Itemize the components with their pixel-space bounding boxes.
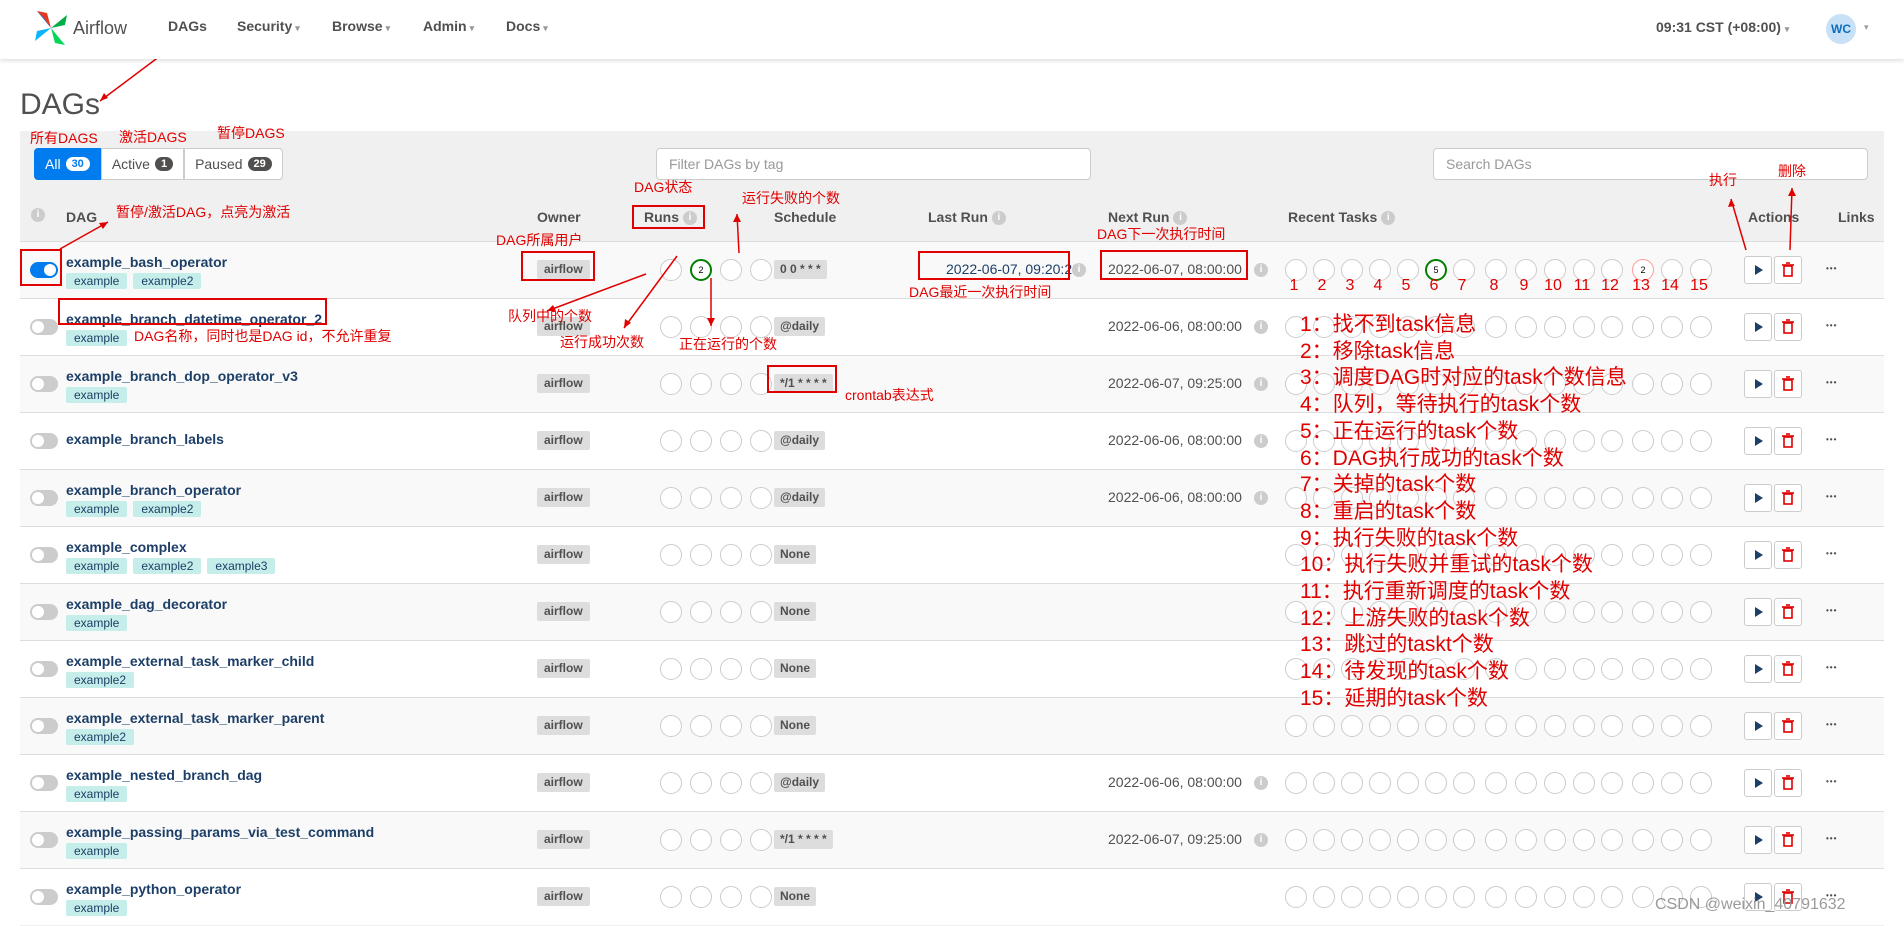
annotation-label: 执行 bbox=[1709, 172, 1737, 188]
annotation-label: DAG所属用户 bbox=[496, 232, 583, 248]
task-state-number: 9 bbox=[1519, 277, 1529, 294]
nav-browse-label: Browse bbox=[332, 18, 383, 34]
task-state-number: 12 bbox=[1601, 277, 1619, 294]
timezone-menu[interactable]: 09:31 CST (+08:00) ▾ bbox=[1656, 19, 1789, 35]
nav-security[interactable]: Security ▾ bbox=[237, 18, 300, 34]
legend-line: 10：执行失败并重试的task个数 bbox=[1300, 553, 1593, 577]
chevron-down-icon: ▾ bbox=[295, 23, 300, 33]
nav-docs-label: Docs bbox=[506, 18, 541, 34]
legend-line: 14：待发现的task个数 bbox=[1300, 660, 1509, 684]
watermark: CSDN @weixin_40791632 bbox=[1655, 896, 1846, 913]
chevron-down-icon: ▾ bbox=[385, 23, 391, 33]
legend-line: 11：执行重新调度的task个数 bbox=[1300, 580, 1571, 604]
task-state-number: 13 bbox=[1632, 277, 1650, 294]
legend-line: 3：调度DAG时对应的task个数信息 bbox=[1300, 366, 1627, 390]
current-time: 09:31 CST (+08:00) bbox=[1656, 19, 1781, 35]
legend-line: 2：移除task信息 bbox=[1300, 339, 1456, 363]
task-state-number: 15 bbox=[1690, 277, 1708, 294]
task-state-number: 1 bbox=[1289, 277, 1299, 294]
task-state-number: 14 bbox=[1661, 277, 1679, 294]
chevron-down-icon: ▾ bbox=[1784, 24, 1790, 34]
annotation-label: crontab表达式 bbox=[845, 387, 934, 403]
nav-docs[interactable]: Docs ▾ bbox=[506, 18, 548, 34]
brand-name: Airflow bbox=[73, 17, 128, 38]
annotation-label: 队列中的个数 bbox=[508, 308, 592, 324]
airflow-logo[interactable]: Airflow bbox=[33, 8, 127, 48]
legend-line: 1：找不到task信息 bbox=[1300, 313, 1477, 336]
chevron-down-icon[interactable]: ▾ bbox=[1864, 22, 1869, 33]
legend-line: 6：DAG执行成功的task个数 bbox=[1300, 446, 1564, 470]
nav-dags-label: DAGs bbox=[168, 18, 207, 34]
legend-line: 13：跳过的taskt个数 bbox=[1300, 633, 1494, 657]
user-avatar[interactable]: WC bbox=[1826, 14, 1856, 44]
task-state-number: 3 bbox=[1345, 277, 1355, 294]
nav-security-label: Security bbox=[237, 18, 293, 34]
legend-line: 15：延期的task个数 bbox=[1300, 686, 1488, 710]
task-state-legend: 1：找不到task信息 2：移除task信息 3：调度DAG时对应的task个数信息… bbox=[1300, 312, 1627, 713]
task-state-number: 7 bbox=[1457, 277, 1467, 294]
annotation-label: 暂停/激活DAG，点亮为激活 bbox=[116, 204, 291, 220]
annotation-label: 运行成功次数 bbox=[560, 334, 644, 350]
annotation-label: 运行失败的个数 bbox=[742, 190, 840, 206]
legend-line: 4：队列，等待执行的task个数 bbox=[1300, 393, 1582, 417]
legend-line: 5：正在运行的task个数 bbox=[1300, 419, 1519, 443]
pinwheel-icon bbox=[35, 11, 67, 45]
annotation-label: DAG状态 bbox=[634, 179, 693, 195]
annotation-label: 删除 bbox=[1778, 163, 1806, 179]
annotation-label: 正在运行的个数 bbox=[679, 336, 777, 352]
task-state-number: 5 bbox=[1401, 277, 1411, 294]
annotation-label: DAG名称，同时也是DAG id，不允许重复 bbox=[134, 328, 392, 344]
chevron-down-icon: ▾ bbox=[543, 23, 548, 33]
legend-line: 7：关掉的task个数 bbox=[1300, 473, 1477, 497]
nav-admin[interactable]: Admin ▾ bbox=[423, 18, 474, 34]
annotation-label: 暂停DAGS bbox=[217, 125, 285, 141]
annotation-label: 激活DAGS bbox=[119, 129, 187, 145]
task-state-number: 6 bbox=[1429, 277, 1439, 294]
annotation-label: DAG下一次执行时间 bbox=[1097, 226, 1226, 242]
task-state-number: 10 bbox=[1544, 277, 1562, 294]
nav-dags[interactable]: DAGs bbox=[168, 18, 207, 34]
annotation-label: DAG最近一次执行时间 bbox=[909, 284, 1052, 300]
chevron-down-icon: ▾ bbox=[469, 23, 475, 33]
top-navbar: Airflow DAGs Security ▾ Browse ▾ Admin ▾ Do… bbox=[0, 0, 1904, 59]
nav-browse[interactable]: Browse ▾ bbox=[332, 18, 390, 34]
nav-admin-label: Admin bbox=[423, 18, 467, 34]
legend-line: 8：重启的task个数 bbox=[1300, 499, 1477, 523]
task-state-number: 11 bbox=[1573, 277, 1591, 294]
task-state-number: 4 bbox=[1373, 277, 1383, 294]
legend-line: 9：执行失败的task个数 bbox=[1300, 526, 1519, 550]
annotation-label: 所有DAGS bbox=[30, 130, 98, 146]
legend-line: 12：上游失败的task个数 bbox=[1300, 606, 1530, 630]
task-state-number: 2 bbox=[1317, 277, 1327, 294]
task-state-number: 8 bbox=[1489, 277, 1499, 294]
